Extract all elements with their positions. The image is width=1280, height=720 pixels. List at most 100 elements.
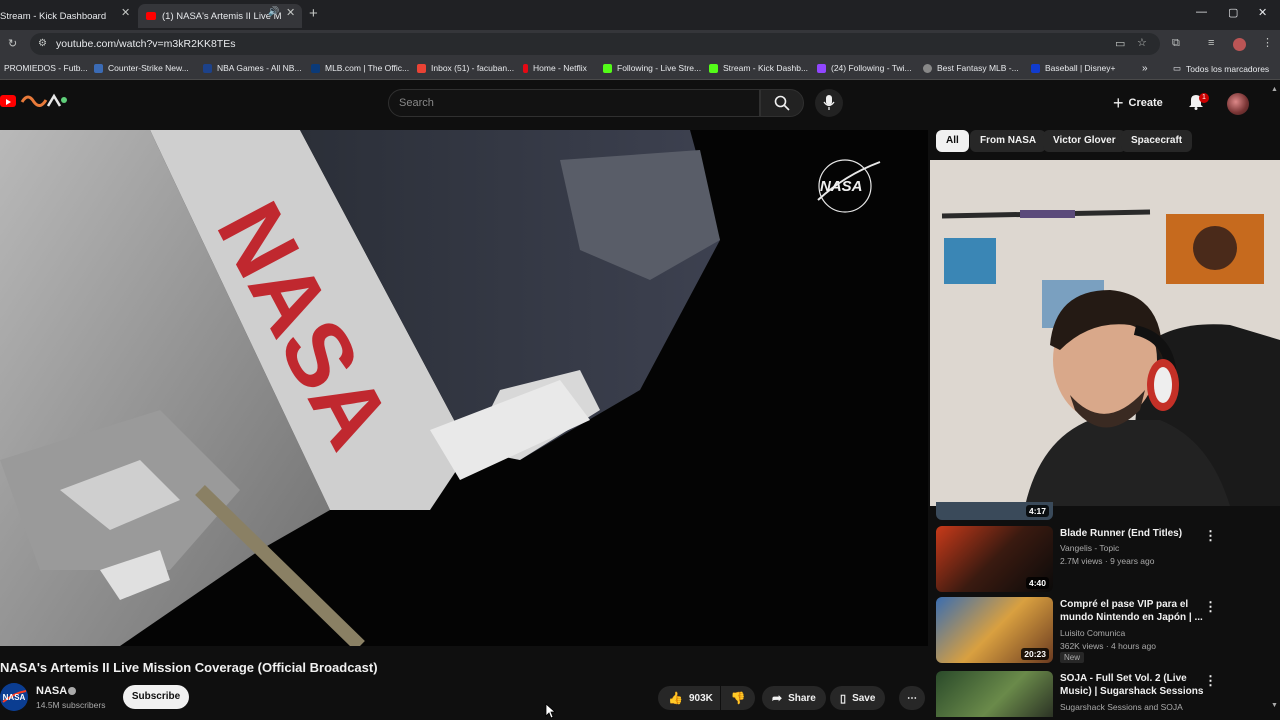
chip-victor-glover[interactable]: Victor Glover [1043,130,1126,152]
bookmark-favicon-icon [311,63,320,73]
subscribe-button[interactable]: Subscribe [123,685,189,709]
recommendation-channel[interactable]: Luisito Comunica [1060,628,1125,638]
extensions-icon[interactable]: ⧉ [1172,37,1180,50]
new-tab-icon[interactable]: + [309,5,318,22]
recommendation-channel[interactable]: Sugarshack Sessions and SOJA [1060,702,1183,712]
recommendation-title[interactable]: SOJA - Full Set Vol. 2 (Live Music) | Su… [1060,672,1210,698]
list-item[interactable]: SOJA - Full Set Vol. 2 (Live Music) | Su… [936,671,1236,717]
recommendation-channel[interactable]: Vangelis - Topic [1060,543,1119,553]
bookmark-item[interactable]: Counter-Strike New... [94,63,189,73]
media-controls-icon[interactable]: ≡ [1208,37,1214,49]
list-item[interactable]: 4:17 [936,502,1236,520]
page-scrollbar[interactable]: ▲ ▼ [1271,86,1279,716]
bookmark-item[interactable]: Baseball | Disney+ [1031,63,1115,73]
browser-tab-bar: Stream - Kick Dashboard ✕ (1) NASA's Art… [0,0,1280,30]
channel-avatar[interactable]: NASA [0,683,28,711]
share-button[interactable]: ➦ Share [762,686,826,710]
create-button[interactable]: + Create [1113,92,1163,114]
url-text: youtube.com/watch?v=m3kR2KK8TEs [56,38,236,50]
scroll-down-icon[interactable]: ▼ [1271,702,1278,709]
video-thumbnail[interactable]: 4:40 [936,526,1053,592]
channel-name[interactable]: NASA [36,685,67,697]
all-bookmarks-folder[interactable]: ▭ Todos los marcadores [1173,63,1269,74]
tab-close-icon[interactable]: ✕ [286,6,295,19]
bookmark-item[interactable]: Following - Live Stre... [603,63,701,73]
bookmark-item[interactable]: MLB.com | The Offic... [311,63,409,73]
subscriber-count: 14.5M subscribers [36,700,106,710]
speaker-icon[interactable]: 🔊 [268,6,279,17]
video-thumbnail[interactable]: 4:17 [936,502,1053,520]
bookmark-favicon-icon [1031,63,1040,73]
bookmark-item[interactable]: (24) Following - Twi... [817,63,912,73]
bookmark-item[interactable]: Best Fantasy MLB -... [923,63,1019,73]
bookmark-item[interactable]: PROMIEDOS - Futb... [4,63,88,73]
save-button[interactable]: ▯ Save [830,686,886,710]
voice-search-button[interactable] [815,89,843,117]
more-vertical-icon[interactable]: ⋮ [1204,528,1217,544]
tab-title: (1) NASA's Artemis II Live M [162,10,282,22]
chevron-right-icon[interactable]: » [1142,63,1148,74]
search-button[interactable] [760,89,804,117]
video-frame-orion-spacecraft: NASA [0,130,928,646]
recommendation-title[interactable]: Compré el pase VIP para el mundo Nintend… [1060,598,1210,624]
bookmark-star-icon[interactable]: ☆ [1137,36,1147,49]
list-item[interactable]: 4:40 Blade Runner (End Titles) Vangelis … [936,526,1236,592]
dislike-button[interactable]: 👎 [721,686,755,710]
like-button[interactable]: 👍 903K [658,686,720,710]
recommendation-title[interactable]: Blade Runner (End Titles) [1060,527,1210,540]
bookmark-item[interactable]: Inbox (51) - facuban... [417,63,514,73]
tab-title: Stream - Kick Dashboard [0,10,107,22]
thumbs-down-icon: 👎 [730,691,746,705]
plus-icon: + [1113,92,1124,113]
recommendation-stats: 2.7M views · 9 years ago [1060,556,1155,566]
new-badge: New [1060,652,1085,663]
menu-kebab-icon[interactable]: ⋮ [1262,36,1273,49]
video-thumbnail[interactable] [936,671,1053,717]
bookmark-icon: ▯ [840,692,847,705]
webcam-scene [930,160,1280,506]
notification-badge: 1 [1199,93,1209,103]
scroll-up-icon[interactable]: ▲ [1271,86,1278,93]
close-window-icon[interactable]: ✕ [1258,6,1267,19]
more-horizontal-icon: ⋯ [907,692,917,704]
address-bar[interactable]: ⚙ youtube.com/watch?v=m3kR2KK8TEs ▭ ☆ [30,33,1160,55]
youtube-favicon-icon [146,12,156,20]
bookmark-item[interactable]: Stream - Kick Dashb... [709,63,808,73]
mouse-cursor-icon [545,703,557,719]
video-title: NASA's Artemis II Live Mission Coverage … [0,660,378,675]
more-actions-button[interactable]: ⋯ [899,686,925,710]
tab-close-icon[interactable]: ✕ [121,6,130,19]
more-vertical-icon[interactable]: ⋮ [1204,673,1217,689]
search-input[interactable]: Search [399,97,434,109]
restore-icon[interactable]: ▢ [1228,6,1238,19]
chip-all[interactable]: All [936,130,969,152]
chip-spacecraft[interactable]: Spacecraft [1121,130,1193,152]
youtube-logo-icon[interactable] [0,95,16,107]
svg-text:NASA: NASA [3,693,26,702]
gmail-icon [417,63,426,73]
user-avatar[interactable] [1227,93,1249,115]
reload-icon[interactable]: ↻ [8,37,17,50]
recommendation-stats: 362K views · 4 hours ago [1060,641,1156,651]
tab-kick-dashboard[interactable]: Stream - Kick Dashboard [0,4,140,28]
search-box[interactable]: Search [388,89,760,117]
profile-icon[interactable] [1233,38,1246,51]
minimize-icon[interactable]: — [1196,6,1207,18]
video-player[interactable]: NASA NASA [0,130,928,646]
bookmark-favicon-icon [203,63,212,73]
site-info-icon[interactable]: ⚙ [38,38,47,49]
more-vertical-icon[interactable]: ⋮ [1204,599,1217,615]
video-thumbnail[interactable]: 20:23 [936,597,1053,663]
thumbs-up-icon: 👍 [668,691,683,705]
duration-badge: 4:17 [1025,505,1049,517]
bookmark-item[interactable]: Home - Netflix [523,63,587,73]
netflix-icon [523,63,528,73]
kick-icon [603,63,612,73]
list-item[interactable]: 20:23 Compré el pase VIP para el mundo N… [936,597,1236,665]
doodle-logo-icon[interactable] [20,92,68,112]
cast-icon[interactable]: ▭ [1115,37,1125,50]
bookmark-item[interactable]: NBA Games - All NB... [203,63,302,73]
search-icon [774,95,790,111]
twitch-icon [817,63,826,73]
chip-from-nasa[interactable]: From NASA [970,130,1047,152]
